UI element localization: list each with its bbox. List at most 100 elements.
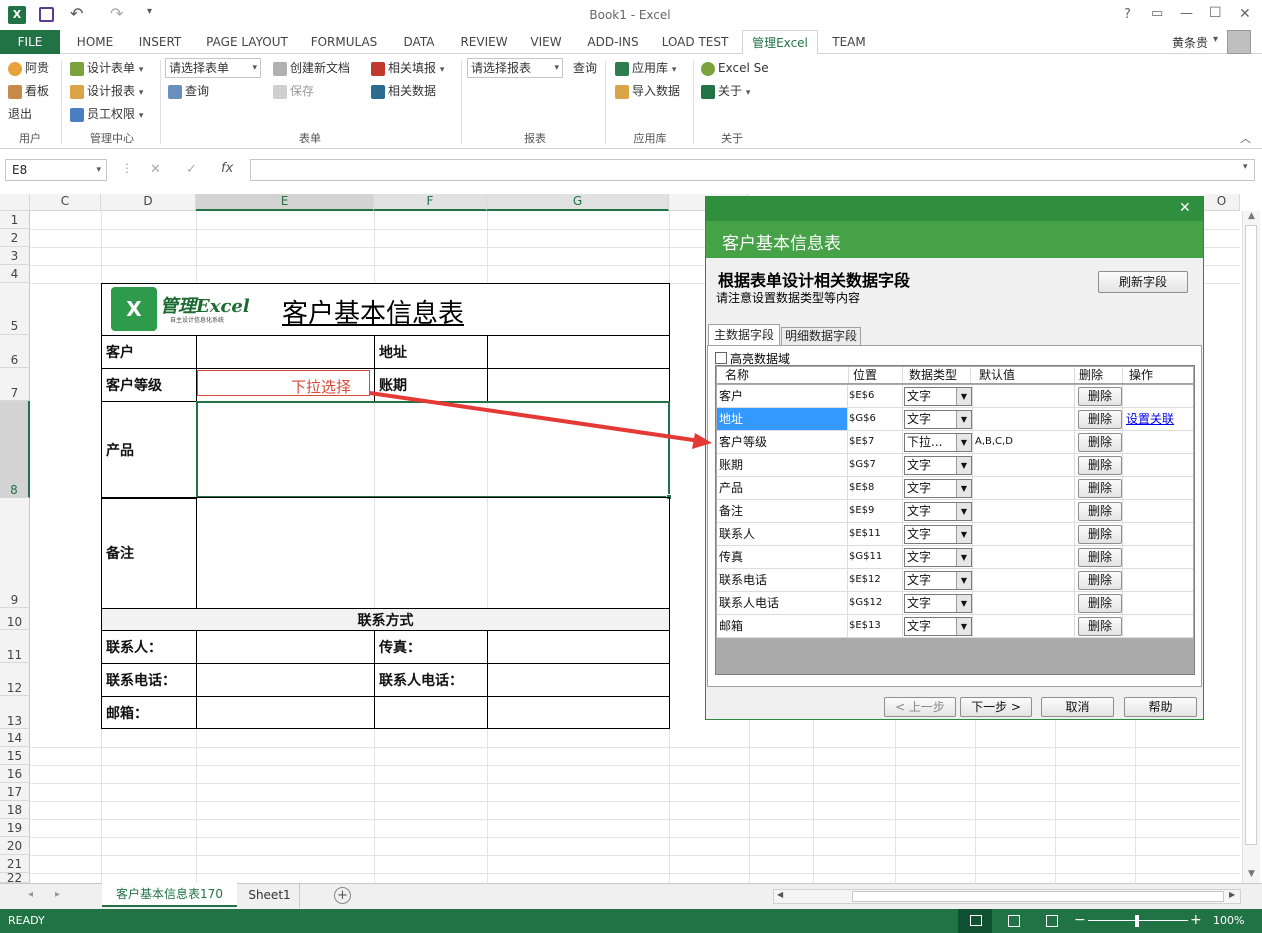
- field-operation[interactable]: [1123, 431, 1193, 453]
- page-break-view-icon[interactable]: [1046, 915, 1058, 927]
- redo-icon[interactable]: ↷: [110, 4, 123, 23]
- row-header-selected[interactable]: 8: [0, 401, 30, 498]
- page-layout-view-icon[interactable]: [1008, 915, 1020, 927]
- table-row[interactable]: 地址 $G$6 文字 ▼ 删除 设置关联: [717, 408, 1193, 431]
- field-default[interactable]: [973, 569, 1075, 591]
- undo-icon[interactable]: ↶: [70, 4, 83, 23]
- field-name[interactable]: 客户等级: [717, 431, 848, 453]
- cancel-button[interactable]: 取消: [1041, 697, 1114, 717]
- table-row[interactable]: 邮箱 $E$13 文字 ▼ 删除: [717, 615, 1193, 638]
- field-name[interactable]: 联系人: [717, 523, 848, 545]
- form-query-button[interactable]: 查询: [168, 81, 209, 101]
- input-contact[interactable]: [196, 630, 375, 664]
- field-name[interactable]: 产品: [717, 477, 848, 499]
- table-row[interactable]: 联系人 $E$11 文字 ▼ 删除: [717, 523, 1193, 546]
- field-name[interactable]: 备注: [717, 500, 848, 522]
- field-default[interactable]: [973, 523, 1075, 545]
- table-row[interactable]: 联系人电话 $G$12 文字 ▼ 删除: [717, 592, 1193, 615]
- column-header-g[interactable]: G: [487, 194, 669, 211]
- design-report-button[interactable]: 设计报表 ▾: [70, 81, 143, 101]
- field-type-select[interactable]: 文字 ▼: [904, 571, 972, 590]
- zoom-out-button[interactable]: −: [1074, 912, 1086, 928]
- field-default[interactable]: [973, 385, 1075, 407]
- table-row[interactable]: 账期 $G$7 文字 ▼ 删除: [717, 454, 1193, 477]
- input-email-ext[interactable]: [374, 696, 488, 729]
- table-row[interactable]: 产品 $E$8 文字 ▼ 删除: [717, 477, 1193, 500]
- field-name[interactable]: 邮箱: [717, 615, 848, 637]
- field-operation[interactable]: [1123, 569, 1193, 591]
- input-product-selected[interactable]: [196, 401, 670, 498]
- enter-edit-button[interactable]: ✓: [186, 162, 197, 177]
- sheet-scroll-right-icon[interactable]: ▸: [55, 889, 60, 900]
- row-header[interactable]: 15: [0, 747, 30, 765]
- field-name[interactable]: 传真: [717, 546, 848, 568]
- row-header[interactable]: 6: [0, 335, 30, 368]
- field-type-select[interactable]: 文字 ▼: [904, 456, 972, 475]
- field-name[interactable]: 联系人电话: [717, 592, 848, 614]
- close-button[interactable]: ✕: [1239, 6, 1251, 22]
- hscroll-thumb[interactable]: [852, 891, 1224, 902]
- save-form-button[interactable]: 保存: [273, 81, 314, 101]
- field-operation[interactable]: 设置关联: [1123, 408, 1193, 430]
- minimize-button[interactable]: —: [1180, 6, 1193, 21]
- field-operation[interactable]: [1123, 500, 1193, 522]
- table-row[interactable]: 联系电话 $E$12 文字 ▼ 删除: [717, 569, 1193, 592]
- row-header[interactable]: 19: [0, 819, 30, 837]
- field-operation[interactable]: [1123, 546, 1193, 568]
- import-data-button[interactable]: 导入数据: [615, 81, 680, 101]
- tab-home[interactable]: HOME: [68, 30, 122, 54]
- expand-formula-icon[interactable]: ▾: [1243, 162, 1248, 172]
- table-row[interactable]: 客户等级 $E$7 下拉... ▼ A,B,C,D 删除: [717, 431, 1193, 454]
- related-data-button[interactable]: 相关数据: [371, 81, 436, 101]
- input-period[interactable]: [487, 368, 670, 402]
- row-header[interactable]: 18: [0, 801, 30, 819]
- table-row[interactable]: 传真 $G$11 文字 ▼ 删除: [717, 546, 1193, 569]
- sheet-scroll-left-icon[interactable]: ◂: [28, 889, 33, 900]
- row-header[interactable]: 9: [0, 498, 30, 608]
- field-type-select[interactable]: 文字 ▼: [904, 525, 972, 544]
- tab-view[interactable]: VIEW: [523, 30, 569, 54]
- select-all-corner[interactable]: [0, 194, 30, 211]
- row-header[interactable]: 1: [0, 211, 30, 229]
- field-default[interactable]: A,B,C,D: [973, 431, 1075, 453]
- field-type-select[interactable]: 文字 ▼: [904, 479, 972, 498]
- field-default[interactable]: [973, 477, 1075, 499]
- input-contact-phone[interactable]: [487, 663, 670, 697]
- horizontal-scrollbar[interactable]: ◀ ▶: [773, 889, 1241, 904]
- field-operation[interactable]: [1123, 615, 1193, 637]
- field-name[interactable]: 地址: [717, 408, 848, 430]
- tab-add-ins[interactable]: ADD-INS: [578, 30, 648, 54]
- input-email-ext2[interactable]: [487, 696, 670, 729]
- next-step-button[interactable]: 下一步 >: [960, 697, 1032, 717]
- sheet-tab-sheet1[interactable]: Sheet1: [240, 884, 300, 908]
- field-type-select[interactable]: 文字 ▼: [904, 387, 972, 406]
- field-name[interactable]: 客户: [717, 385, 848, 407]
- column-header-e[interactable]: E: [196, 194, 374, 211]
- user-agui-button[interactable]: 阿贵: [8, 58, 49, 78]
- row-header[interactable]: 22: [0, 873, 30, 883]
- column-header-o[interactable]: O: [1204, 194, 1240, 211]
- related-fill-button[interactable]: 相关填报 ▾: [371, 58, 444, 78]
- row-header[interactable]: 4: [0, 265, 30, 283]
- tab-formulas[interactable]: FORMULAS: [304, 30, 384, 54]
- delete-field-button[interactable]: 删除: [1078, 525, 1122, 544]
- avatar[interactable]: [1227, 30, 1251, 54]
- delete-field-button[interactable]: 删除: [1078, 433, 1122, 452]
- delete-field-button[interactable]: 删除: [1078, 410, 1122, 429]
- row-header[interactable]: 13: [0, 696, 30, 729]
- field-name[interactable]: 联系电话: [717, 569, 848, 591]
- form-select[interactable]: 请选择表单 ▾: [165, 58, 261, 78]
- user-menu-chevron-icon[interactable]: ▾: [1213, 34, 1218, 45]
- tab-data[interactable]: DATA: [393, 30, 445, 54]
- tab-detail-fields[interactable]: 明细数据字段: [781, 327, 861, 346]
- tab-insert[interactable]: INSERT: [131, 30, 189, 54]
- logout-button[interactable]: 退出: [8, 104, 32, 124]
- field-operation[interactable]: [1123, 477, 1193, 499]
- field-type-select[interactable]: 文字 ▼: [904, 410, 972, 429]
- save-icon[interactable]: [39, 7, 54, 22]
- input-email[interactable]: [196, 696, 375, 729]
- row-header[interactable]: 14: [0, 729, 30, 747]
- field-type-select[interactable]: 文字 ▼: [904, 617, 972, 636]
- tab-file[interactable]: FILE: [0, 30, 60, 54]
- tab-manage-excel[interactable]: 管理Excel: [742, 30, 818, 55]
